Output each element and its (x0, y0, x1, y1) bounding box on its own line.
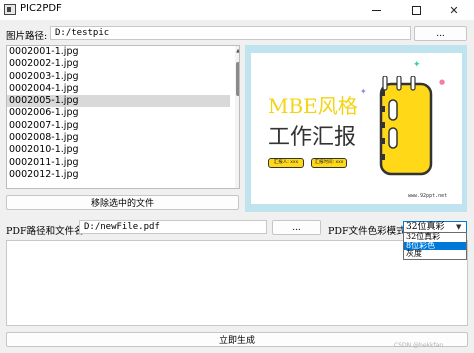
sparkle-icon: ✦ (413, 60, 421, 70)
list-item[interactable]: 0002005-1.jpg (7, 95, 230, 108)
list-item[interactable]: 0002001-1.jpg (7, 46, 230, 58)
watermark: CSDN @hekkfan (394, 342, 444, 349)
color-mode-dropdown[interactable]: 32位真彩 8位彩色 灰度 (403, 232, 467, 260)
scroll-up-icon[interactable]: ▲ (235, 47, 239, 55)
slide-title-line1: MBE风格 (268, 94, 358, 118)
maximize-icon (411, 5, 421, 15)
slide-time-tag: 汇报时间: xxx (311, 158, 347, 168)
log-textarea[interactable] (6, 240, 468, 326)
list-item[interactable]: 0002003-1.jpg (7, 71, 230, 83)
maximize-button[interactable] (396, 0, 436, 20)
file-list[interactable]: 0002001-1.jpg 0002002-1.jpg 0002003-1.jpg 0… (6, 45, 240, 189)
image-path-input[interactable]: D:/testpic (50, 26, 411, 40)
color-mode-label: PDF文件色彩模式: (328, 226, 409, 237)
slide-title-line2: 工作汇报 (268, 125, 357, 150)
chevron-down-icon[interactable]: ▼ (456, 223, 461, 231)
image-path-label: 图片路径: (6, 31, 48, 42)
minimize-button[interactable] (356, 0, 396, 20)
list-item[interactable]: 0002011-1.jpg (7, 157, 230, 169)
list-item[interactable]: 0002012-1.jpg (7, 169, 230, 181)
sparkle-icon: ✦ (360, 87, 367, 96)
dropdown-option[interactable]: 灰度 (404, 250, 466, 259)
list-item[interactable]: 0002008-1.jpg (7, 132, 230, 144)
pdf-path-input[interactable]: D:/newFile.pdf (79, 220, 267, 234)
notebook-illustration (379, 76, 433, 176)
remove-selected-button[interactable]: 移除选中的文件 (6, 195, 239, 210)
list-item[interactable]: 0002004-1.jpg (7, 83, 230, 95)
pdf-path-label: PDF路径和文件名: (6, 226, 87, 237)
dot-icon: ● (439, 78, 446, 86)
list-item[interactable]: 0002007-1.jpg (7, 120, 230, 132)
window-title: PIC2PDF (20, 3, 62, 14)
list-item[interactable]: 0002002-1.jpg (7, 58, 230, 70)
list-item[interactable]: 0002010-1.jpg (7, 144, 230, 156)
browse-folder-button[interactable]: ... (414, 26, 467, 41)
file-list-scrollbar[interactable]: ▲ (235, 46, 239, 188)
pdf-browse-button[interactable]: ... (272, 220, 321, 235)
minimize-icon (371, 9, 381, 11)
slide-reporter-tag: 汇报人: xxx (268, 158, 304, 168)
slide-url: www.92ppt.net (408, 193, 448, 199)
app-icon (4, 4, 16, 15)
file-list-items: 0002001-1.jpg 0002002-1.jpg 0002003-1.jpg 0… (7, 46, 239, 181)
scroll-thumb[interactable] (236, 62, 239, 96)
list-item[interactable]: 0002006-1.jpg (7, 107, 230, 119)
close-button[interactable]: ✕ (434, 0, 474, 20)
close-icon: ✕ (449, 3, 459, 17)
